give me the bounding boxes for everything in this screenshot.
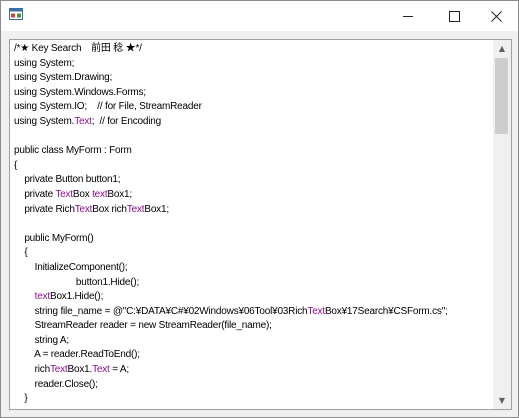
code-text: using System.Windows.Forms;: [14, 86, 146, 98]
code-text: Box1;: [107, 188, 132, 200]
code-text: private Rich: [14, 203, 75, 215]
highlighted-keyword: Text: [74, 203, 93, 215]
code-text: reader.Close();: [14, 378, 98, 390]
code-line: using System.Windows.Forms;: [14, 86, 493, 101]
code-text: {: [14, 159, 18, 171]
code-line: {: [14, 246, 493, 261]
vertical-scrollbar[interactable]: ▲ ▼: [493, 40, 511, 409]
code-line: A = reader.ReadToEnd();: [14, 348, 493, 363]
title-bar[interactable]: [1, 1, 518, 31]
code-text: Box1.: [67, 364, 93, 376]
code-text: private: [14, 188, 56, 200]
code-text: Box¥17Search¥CSForm.cs";: [324, 305, 448, 317]
code-text: Box1;: [144, 203, 169, 215]
code-text: using System.: [14, 115, 75, 127]
code-text: string A;: [14, 334, 70, 346]
code-text-area[interactable]: /*★ Key Search 前田 稔 ★*/ using System; usin…: [10, 40, 493, 409]
code-text: public MyForm(): [14, 232, 94, 244]
code-text: button1.Hide();: [14, 276, 140, 288]
code-text: using System;: [14, 57, 75, 69]
code-text: StreamReader reader = new StreamReader(f…: [14, 320, 272, 332]
code-line: button1.Hide();: [14, 276, 493, 291]
chevron-down-icon: ▼: [498, 396, 506, 405]
code-text: Box: [72, 188, 93, 200]
code-text: string file_name = @"C:¥DATA¥C#¥02Window…: [14, 305, 308, 317]
chevron-up-icon: ▲: [498, 44, 506, 53]
highlighted-keyword: text: [92, 188, 108, 200]
highlighted-keyword: Text: [126, 203, 145, 215]
minimize-icon: [403, 15, 413, 17]
code-line: public class MyForm : Form: [14, 144, 493, 159]
code-text: {: [14, 247, 28, 259]
code-text: ; // for Encoding: [91, 115, 161, 127]
highlighted-keyword: Text: [74, 115, 92, 127]
code-text: Box1.Hide();: [49, 291, 104, 303]
form-icon: [9, 8, 23, 20]
code-line: using System.IO; // for File, StreamRead…: [14, 100, 493, 115]
code-line: textBox1.Hide();: [14, 290, 493, 305]
code-text: public class MyForm : Form: [14, 145, 132, 157]
highlighted-keyword: Text: [92, 364, 110, 376]
code-text: using System.Drawing;: [14, 72, 113, 84]
code-text: Box rich: [92, 203, 127, 215]
code-line: }: [14, 392, 493, 407]
code-text: /*★ Key Search 前田 稔 ★*/: [14, 43, 142, 54]
code-line: StreamReader reader = new StreamReader(f…: [14, 319, 493, 334]
code-line: private RichTextBox richTextBox1;: [14, 203, 493, 218]
code-text: using System.IO; // for File, StreamRead…: [14, 101, 202, 113]
code-line: reader.Close();: [14, 378, 493, 393]
close-button[interactable]: [474, 1, 519, 31]
code-line: InitializeComponent();: [14, 261, 493, 276]
close-icon: [491, 10, 502, 22]
scroll-thumb[interactable]: [495, 58, 508, 134]
code-text: rich: [14, 364, 51, 376]
minimize-button[interactable]: [386, 1, 431, 31]
maximize-icon: [449, 10, 460, 22]
code-line: /*★ Key Search 前田 稔 ★*/: [14, 42, 493, 57]
highlighted-keyword: Text: [307, 305, 325, 317]
code-text: A = reader.ReadToEnd();: [14, 349, 140, 361]
highlighted-keyword: Text: [49, 364, 68, 376]
code-text: private Button button1;: [14, 174, 121, 186]
code-line: string A;: [14, 334, 493, 349]
code-line: using System.Text; // for Encoding: [14, 115, 493, 130]
code-line: {: [14, 159, 493, 174]
code-line: using System;: [14, 57, 493, 72]
code-line: public MyForm(): [14, 232, 493, 247]
highlighted-keyword: text: [34, 291, 51, 303]
code-line: using System.Drawing;: [14, 71, 493, 86]
code-line: private Button button1;: [14, 173, 493, 188]
code-line: richTextBox1.Text = A;: [14, 363, 493, 378]
code-text: }: [14, 393, 28, 405]
rich-text-box[interactable]: /*★ Key Search 前田 稔 ★*/ using System; usin…: [9, 39, 512, 410]
code-line: private TextBox textBox1;: [14, 188, 493, 203]
code-text: = A;: [109, 364, 129, 376]
maximize-button[interactable]: [432, 1, 477, 31]
code-text: InitializeComponent();: [14, 261, 128, 273]
code-line: string file_name = @"C:¥DATA¥C#¥02Window…: [14, 305, 493, 320]
scroll-up-button[interactable]: ▲: [493, 40, 511, 57]
scroll-down-button[interactable]: ▼: [493, 392, 511, 409]
form-window: /*★ Key Search 前田 稔 ★*/ using System; usin…: [0, 0, 519, 418]
highlighted-keyword: Text: [55, 188, 73, 200]
